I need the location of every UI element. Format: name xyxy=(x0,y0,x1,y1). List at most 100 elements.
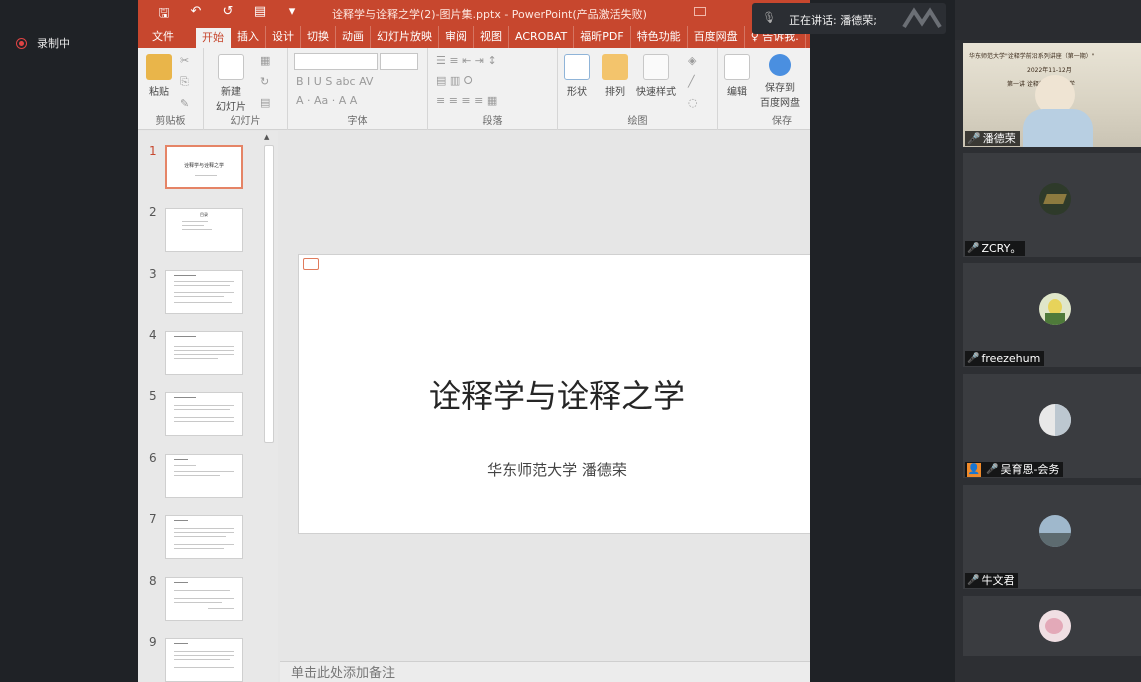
font-color-buttons[interactable]: A · Aa · A A xyxy=(296,94,357,107)
paste-button[interactable]: 粘贴 xyxy=(146,54,172,98)
quick-style-label: 快速样式 xyxy=(636,87,676,98)
powerpoint-window: 🖫 ↶ ↺ ▤ ▾ 诠释学与诠释之学(2)-图片集.pptx - PowerPo… xyxy=(138,0,810,682)
text-direction-buttons[interactable]: ▤ ▥ ⭘ xyxy=(436,74,473,88)
thumbnail-slide-7[interactable] xyxy=(165,515,243,559)
tab-animations[interactable]: 动画 xyxy=(336,26,371,48)
group-drawing: 形状 排列 快速样式 ◈ ╱ ◌ 绘图 xyxy=(558,48,718,130)
tab-file[interactable]: 文件 xyxy=(138,26,196,48)
new-slide-button[interactable]: 新建 幻灯片 xyxy=(216,54,246,113)
shapes-button[interactable]: 形状 xyxy=(564,54,590,98)
tab-baidu-netdisk[interactable]: 百度网盘 xyxy=(688,26,745,48)
slideshow-icon[interactable]: ▤ xyxy=(252,4,268,26)
thumbnail-slide-5[interactable] xyxy=(165,392,243,436)
speaker-shirt xyxy=(1023,109,1093,147)
format-painter-icon[interactable]: ✎ xyxy=(180,97,189,110)
font-name-box[interactable] xyxy=(294,53,378,70)
participant-name: 吴育恩-会务 xyxy=(1000,463,1060,476)
baidu-label: 百度网盘 xyxy=(760,98,800,109)
effects-icon[interactable]: ◌ xyxy=(688,96,698,109)
paste-label: 粘贴 xyxy=(149,87,169,98)
thumbnail-slide-3[interactable] xyxy=(165,270,243,314)
font-format-buttons[interactable]: B I U S abc AV xyxy=(296,75,373,88)
drawing-group-label: 绘图 xyxy=(627,116,648,127)
participant-name: freezehum xyxy=(981,352,1041,365)
tab-view[interactable]: 视图 xyxy=(474,26,509,48)
scroll-up-icon[interactable]: ▲ xyxy=(264,133,269,141)
tab-review[interactable]: 审阅 xyxy=(439,26,474,48)
record-icon xyxy=(16,37,27,49)
paragraph-group-label: 段落 xyxy=(482,116,503,127)
thumbnail-slide-2[interactable]: 目录 xyxy=(165,208,243,252)
thumbnail-number: 6 xyxy=(149,451,157,465)
current-slide[interactable]: 诠释学与诠释之学 华东师范大学 潘德荣 xyxy=(298,254,810,534)
participant-name-tag: 🎤 潘德荣 xyxy=(965,131,1020,146)
participant-tile-video[interactable]: 华东师范大学"诠释学前沿系列讲座（第一期）" 2022年11-12月 第一讲 诠… xyxy=(963,41,1141,147)
save-to-baidu-button[interactable]: 保存到 百度网盘 xyxy=(760,54,800,109)
slides-group-label: 幻灯片 xyxy=(230,116,261,127)
notes-pane[interactable]: 单击此处添加备注 xyxy=(280,661,810,682)
section-icon[interactable]: ▤ xyxy=(260,96,270,109)
participant-name: 牛文君 xyxy=(981,574,1015,587)
host-icon: 👤 xyxy=(967,462,981,477)
tab-special-features[interactable]: 特色功能 xyxy=(631,26,688,48)
copy-icon[interactable]: ⎘ xyxy=(180,75,189,89)
customize-icon[interactable]: ▾ xyxy=(284,4,300,26)
tab-transitions[interactable]: 切换 xyxy=(301,26,336,48)
cut-icon[interactable]: ✂ xyxy=(180,54,189,67)
font-group-label: 字体 xyxy=(347,116,368,127)
mic-muted-icon: 🎤 xyxy=(967,243,980,254)
reset-icon[interactable]: ↻ xyxy=(260,75,270,88)
list-buttons[interactable]: ☰ ≡ ⇤ ⇥ ↕ xyxy=(436,54,497,67)
layout-icon[interactable]: ▦ xyxy=(260,54,270,67)
tab-home[interactable]: 开始 xyxy=(196,28,231,48)
participant-tile[interactable]: 🎤 freezehum xyxy=(963,261,1141,367)
ribbon-display-icon[interactable] xyxy=(694,7,706,16)
thumbnail-title: 诠释学与诠释之学 xyxy=(183,163,224,169)
scrollbar-thumb[interactable] xyxy=(264,145,274,443)
slide-subtitle[interactable]: 华东师范大学 潘德荣 xyxy=(299,459,810,480)
recording-indicator[interactable]: 录制中 xyxy=(16,35,70,51)
tab-acrobat[interactable]: ACROBAT xyxy=(509,26,575,48)
arrange-button[interactable]: 排列 xyxy=(602,54,628,98)
save-icon[interactable]: 🖫 xyxy=(156,4,172,26)
thumbnail-slide-8[interactable] xyxy=(165,577,243,621)
avatar xyxy=(1039,293,1071,325)
thumbnail-slide-1[interactable]: 诠释学与诠释之学 xyxy=(165,145,243,189)
participant-name-tag: 🎤 牛文君 xyxy=(965,573,1019,588)
participant-name-tag: 🎤 ZCRY。 xyxy=(965,241,1026,256)
outline-icon[interactable]: ╱ xyxy=(688,75,698,88)
mic-on-icon: 🎤 xyxy=(967,132,981,145)
thumbnail-number: 5 xyxy=(149,389,157,403)
fill-icon[interactable]: ◈ xyxy=(688,54,698,67)
font-size-box[interactable] xyxy=(380,53,418,70)
tab-design[interactable]: 设计 xyxy=(266,26,301,48)
participant-tile[interactable]: 🎤 ZCRY。 xyxy=(963,151,1141,257)
thumbnails-scrollbar[interactable]: ▲ xyxy=(262,131,276,682)
quick-styles-button[interactable]: 快速样式 xyxy=(636,54,676,98)
tab-slideshow[interactable]: 幻灯片放映 xyxy=(371,26,439,48)
thumbnail-slide-4[interactable] xyxy=(165,331,243,375)
comment-icon[interactable] xyxy=(303,258,319,270)
edit-button[interactable]: 编辑 xyxy=(724,54,750,98)
avatar xyxy=(1039,610,1071,642)
align-buttons[interactable]: ≡ ≡ ≡ ≡ ▦ xyxy=(436,94,497,107)
undo-icon[interactable]: ↶ xyxy=(188,4,204,26)
thumbnail-number: 9 xyxy=(149,635,157,649)
participant-tile[interactable]: 🎤 牛文君 xyxy=(963,483,1141,589)
mic-muted-icon: 🎤 xyxy=(967,353,980,364)
slide-title[interactable]: 诠释学与诠释之学 xyxy=(299,371,810,417)
participant-tile[interactable]: 👤 🎤 吴育恩-会务 xyxy=(963,372,1141,478)
participant-tile[interactable] xyxy=(963,594,1141,656)
video-banner-line1: 华东师范大学"诠释学前沿系列讲座（第一期）" xyxy=(969,53,1095,60)
thumbnail-slide-6[interactable] xyxy=(165,454,243,498)
tab-insert[interactable]: 插入 xyxy=(231,26,266,48)
thumbnail-number: 1 xyxy=(149,144,157,158)
tab-foxit-pdf[interactable]: 福昕PDF xyxy=(574,26,631,48)
panel-header xyxy=(955,0,1141,40)
redo-icon[interactable]: ↺ xyxy=(220,4,236,26)
arrange-label: 排列 xyxy=(605,87,625,98)
avatar xyxy=(1039,183,1071,215)
thumbnail-slide-9[interactable] xyxy=(165,638,243,682)
video-banner-line2: 2022年11-12月 xyxy=(1027,67,1072,74)
avatar xyxy=(1039,515,1071,547)
